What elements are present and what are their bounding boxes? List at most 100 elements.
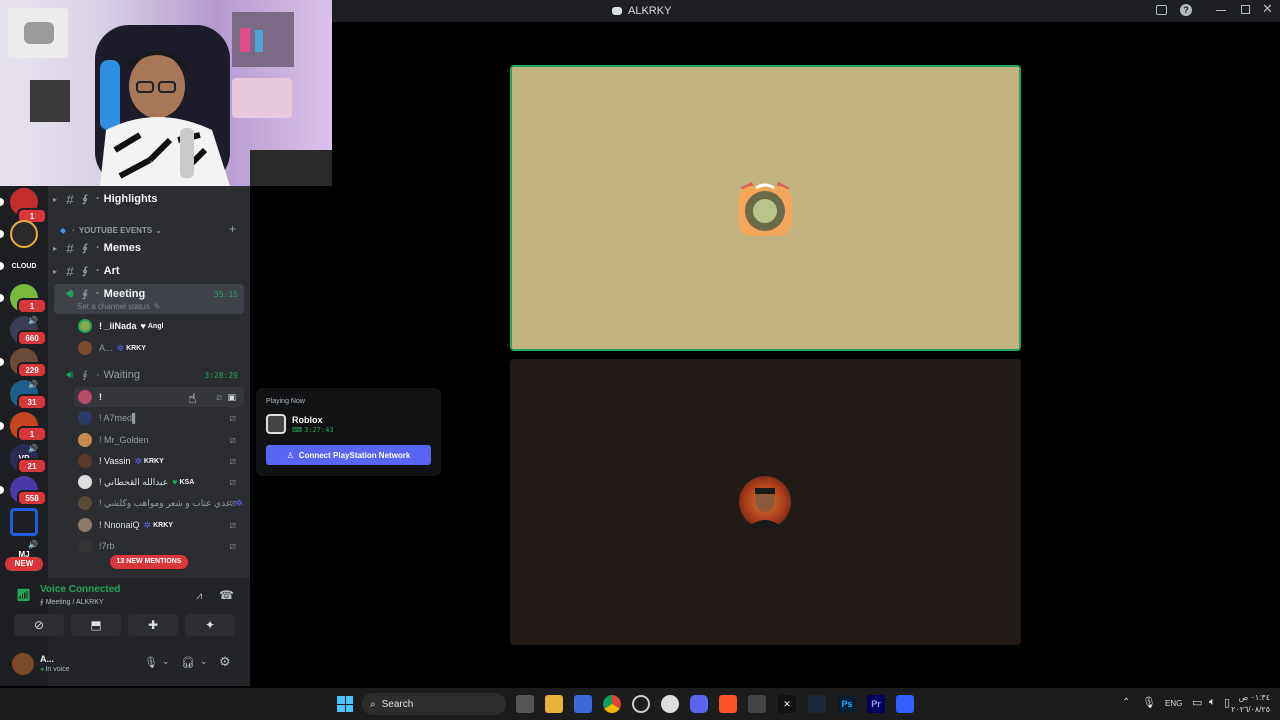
network-icon[interactable]: ▭ (1192, 696, 1202, 709)
premiere-icon[interactable]: Pr (867, 695, 885, 713)
voice-location-text: Meeting / ALKRKY (45, 599, 104, 606)
voice-user[interactable]: ! NnonaiQ ✲ KRKY ⧄ (78, 515, 246, 535)
task-view-icon[interactable] (516, 695, 534, 713)
user-tag: ✲ KRKY (144, 520, 173, 531)
voice-location[interactable]: ∮ Meeting / ALKRKY (40, 598, 104, 606)
taskbar-date[interactable]: ٢٠٢٦/٠٨/٢٥ (1228, 705, 1270, 714)
voice-status[interactable]: Voice Connected (40, 584, 120, 595)
windows-start-icon[interactable] (337, 696, 353, 712)
headphones-chevron-icon[interactable]: ⌄ (200, 656, 208, 667)
camera-button[interactable]: ⊘ (14, 614, 64, 636)
activities-button[interactable]: ✚ (128, 614, 178, 636)
voice-user[interactable]: !7rb ⧄ (78, 536, 246, 556)
new-badge[interactable]: NEW (5, 557, 43, 571)
new-mentions-pill[interactable]: 13 NEW MENTIONS (110, 555, 188, 569)
microphone-icon[interactable]: 🎙︎ (144, 656, 158, 669)
avatar (78, 433, 92, 447)
deafen-icon: ⧄ (229, 412, 236, 424)
voice-user[interactable]: ! عدي عتاب و شعر ومواهب وكلشي ✲ ⧄ (78, 493, 246, 513)
avatar (78, 319, 92, 333)
voice-user[interactable]: ! ⧄ ▣ (78, 387, 246, 407)
maximize-button[interactable] (1241, 5, 1250, 14)
capcut-icon[interactable]: ✕ (778, 695, 796, 713)
server-badge: 1 (17, 426, 47, 442)
speaker-icon: 🔊 (28, 316, 38, 325)
headphones-icon[interactable]: 🎧︎ (181, 656, 195, 669)
tray-mic-icon[interactable]: 🎙︎ (1142, 696, 1156, 709)
voice-user[interactable]: ! Mr_Golden ⧄ (78, 430, 246, 450)
server-badge: 558 (17, 490, 47, 506)
inbox-icon[interactable] (1156, 5, 1167, 15)
app-icon[interactable] (632, 695, 650, 713)
connect-psn-button[interactable]: ♙ Connect PlayStation Network (266, 445, 431, 465)
chrome-icon[interactable] (603, 695, 621, 713)
voice-channel-meeting[interactable]: 🔊︎ ∮ · Meeting 35:15 (48, 284, 238, 304)
user-tag: ✲ (235, 498, 245, 509)
settings-gear-icon[interactable]: ⚙ (219, 654, 231, 670)
chevron-right-icon: ▸ (52, 266, 57, 276)
help-icon[interactable]: ? (1180, 4, 1192, 16)
user-name: ! NnonaiQ (99, 520, 140, 530)
connect-psn-label: Connect PlayStation Network (298, 450, 411, 460)
disconnect-icon[interactable]: ☎ (219, 588, 234, 602)
language-indicator[interactable]: ENG (1165, 699, 1182, 708)
app-icon[interactable] (748, 695, 766, 713)
taskbar-search[interactable]: ⌕ Search (362, 693, 506, 715)
connection-icon[interactable]: 📶︎ (16, 588, 31, 602)
channel-status[interactable]: Set a channel status ✎ (77, 302, 160, 311)
voice-user[interactable]: A... ✲ KRKY (78, 338, 246, 358)
steam-link-icon[interactable] (661, 695, 679, 713)
dot: · (96, 265, 100, 277)
channel-art[interactable]: ▸ # ∮ · Art (48, 261, 238, 281)
brave-icon[interactable] (719, 695, 737, 713)
camera-off-icon: ⊘ (33, 618, 45, 632)
voice-user[interactable]: ! Vassin ✲ KRKY ⧄ (78, 451, 246, 471)
deafen-icon: ⧄ (229, 476, 236, 488)
title-bar (332, 0, 1280, 22)
server-icon-cloud[interactable]: CLOUD (10, 252, 38, 280)
deafen-icon: ⧄ (229, 540, 236, 552)
voice-user[interactable]: ! A7med▌ ⧄ (78, 408, 246, 428)
user-name: ! A7med▌ (99, 413, 139, 423)
avatar (78, 539, 92, 553)
file-explorer-icon[interactable] (545, 695, 563, 713)
chevron-right-icon: ▸ (52, 194, 57, 204)
soundboard-button[interactable]: ✦ (185, 614, 235, 636)
hash-icon: # (66, 191, 74, 207)
roblox-studio-icon[interactable] (896, 695, 914, 713)
category-youtube-events[interactable]: ◆ · YOUTUBE EVENTS ⌄ (60, 224, 162, 236)
mic-chevron-icon[interactable]: ⌄ (162, 656, 170, 667)
slash-icon: ∮ (82, 242, 88, 254)
screen-share-button[interactable]: ⬒ (71, 614, 121, 636)
voice-user[interactable]: ! عبدالله القحطاني ♥ KSA ⧄ (78, 472, 246, 492)
steam-icon[interactable] (808, 695, 826, 713)
server-badge: 1 (17, 298, 47, 314)
discord-icon[interactable] (690, 695, 708, 713)
start-pane (345, 696, 353, 704)
user-tag: ✲ KRKY (134, 456, 163, 467)
user-status: ◂ In voice (40, 666, 70, 673)
channel-label: Waiting (103, 369, 140, 381)
dot: · (96, 369, 100, 381)
tray-chevron-icon[interactable]: ⌃ (1122, 697, 1130, 708)
snowflake-icon: ✲ (235, 497, 243, 508)
voice-user[interactable]: ! _iiNada ♥ Angl (78, 316, 246, 336)
voice-channel-waiting[interactable]: 🔊︎ ∮ · Waiting 3:28:29 (48, 365, 238, 385)
server-icon-sheikh[interactable] (10, 220, 38, 248)
taskbar-time[interactable]: ٠١:٣٤ ص (1236, 693, 1270, 702)
add-channel-button[interactable]: + (229, 222, 236, 236)
webcam-overlay (0, 0, 332, 186)
user-name[interactable]: A... (40, 654, 54, 664)
store-icon[interactable] (574, 695, 592, 713)
user-avatar[interactable] (12, 653, 34, 675)
discord-logo-icon (612, 7, 622, 15)
channel-memes[interactable]: ▸ # ∮ · Memes (48, 238, 238, 258)
server-icon-11[interactable] (10, 508, 38, 536)
streamer-webcam-image (8, 8, 332, 186)
volume-icon[interactable]: 🔈︎ (1209, 696, 1216, 709)
photoshop-icon[interactable]: Ps (838, 695, 856, 713)
channel-highlights[interactable]: ▸ # ∮ · Highlights (48, 189, 238, 209)
minimize-button[interactable] (1216, 10, 1226, 11)
close-button[interactable]: ✕ (1262, 1, 1273, 17)
noise-suppression-icon[interactable]: ⩘ (196, 590, 202, 603)
